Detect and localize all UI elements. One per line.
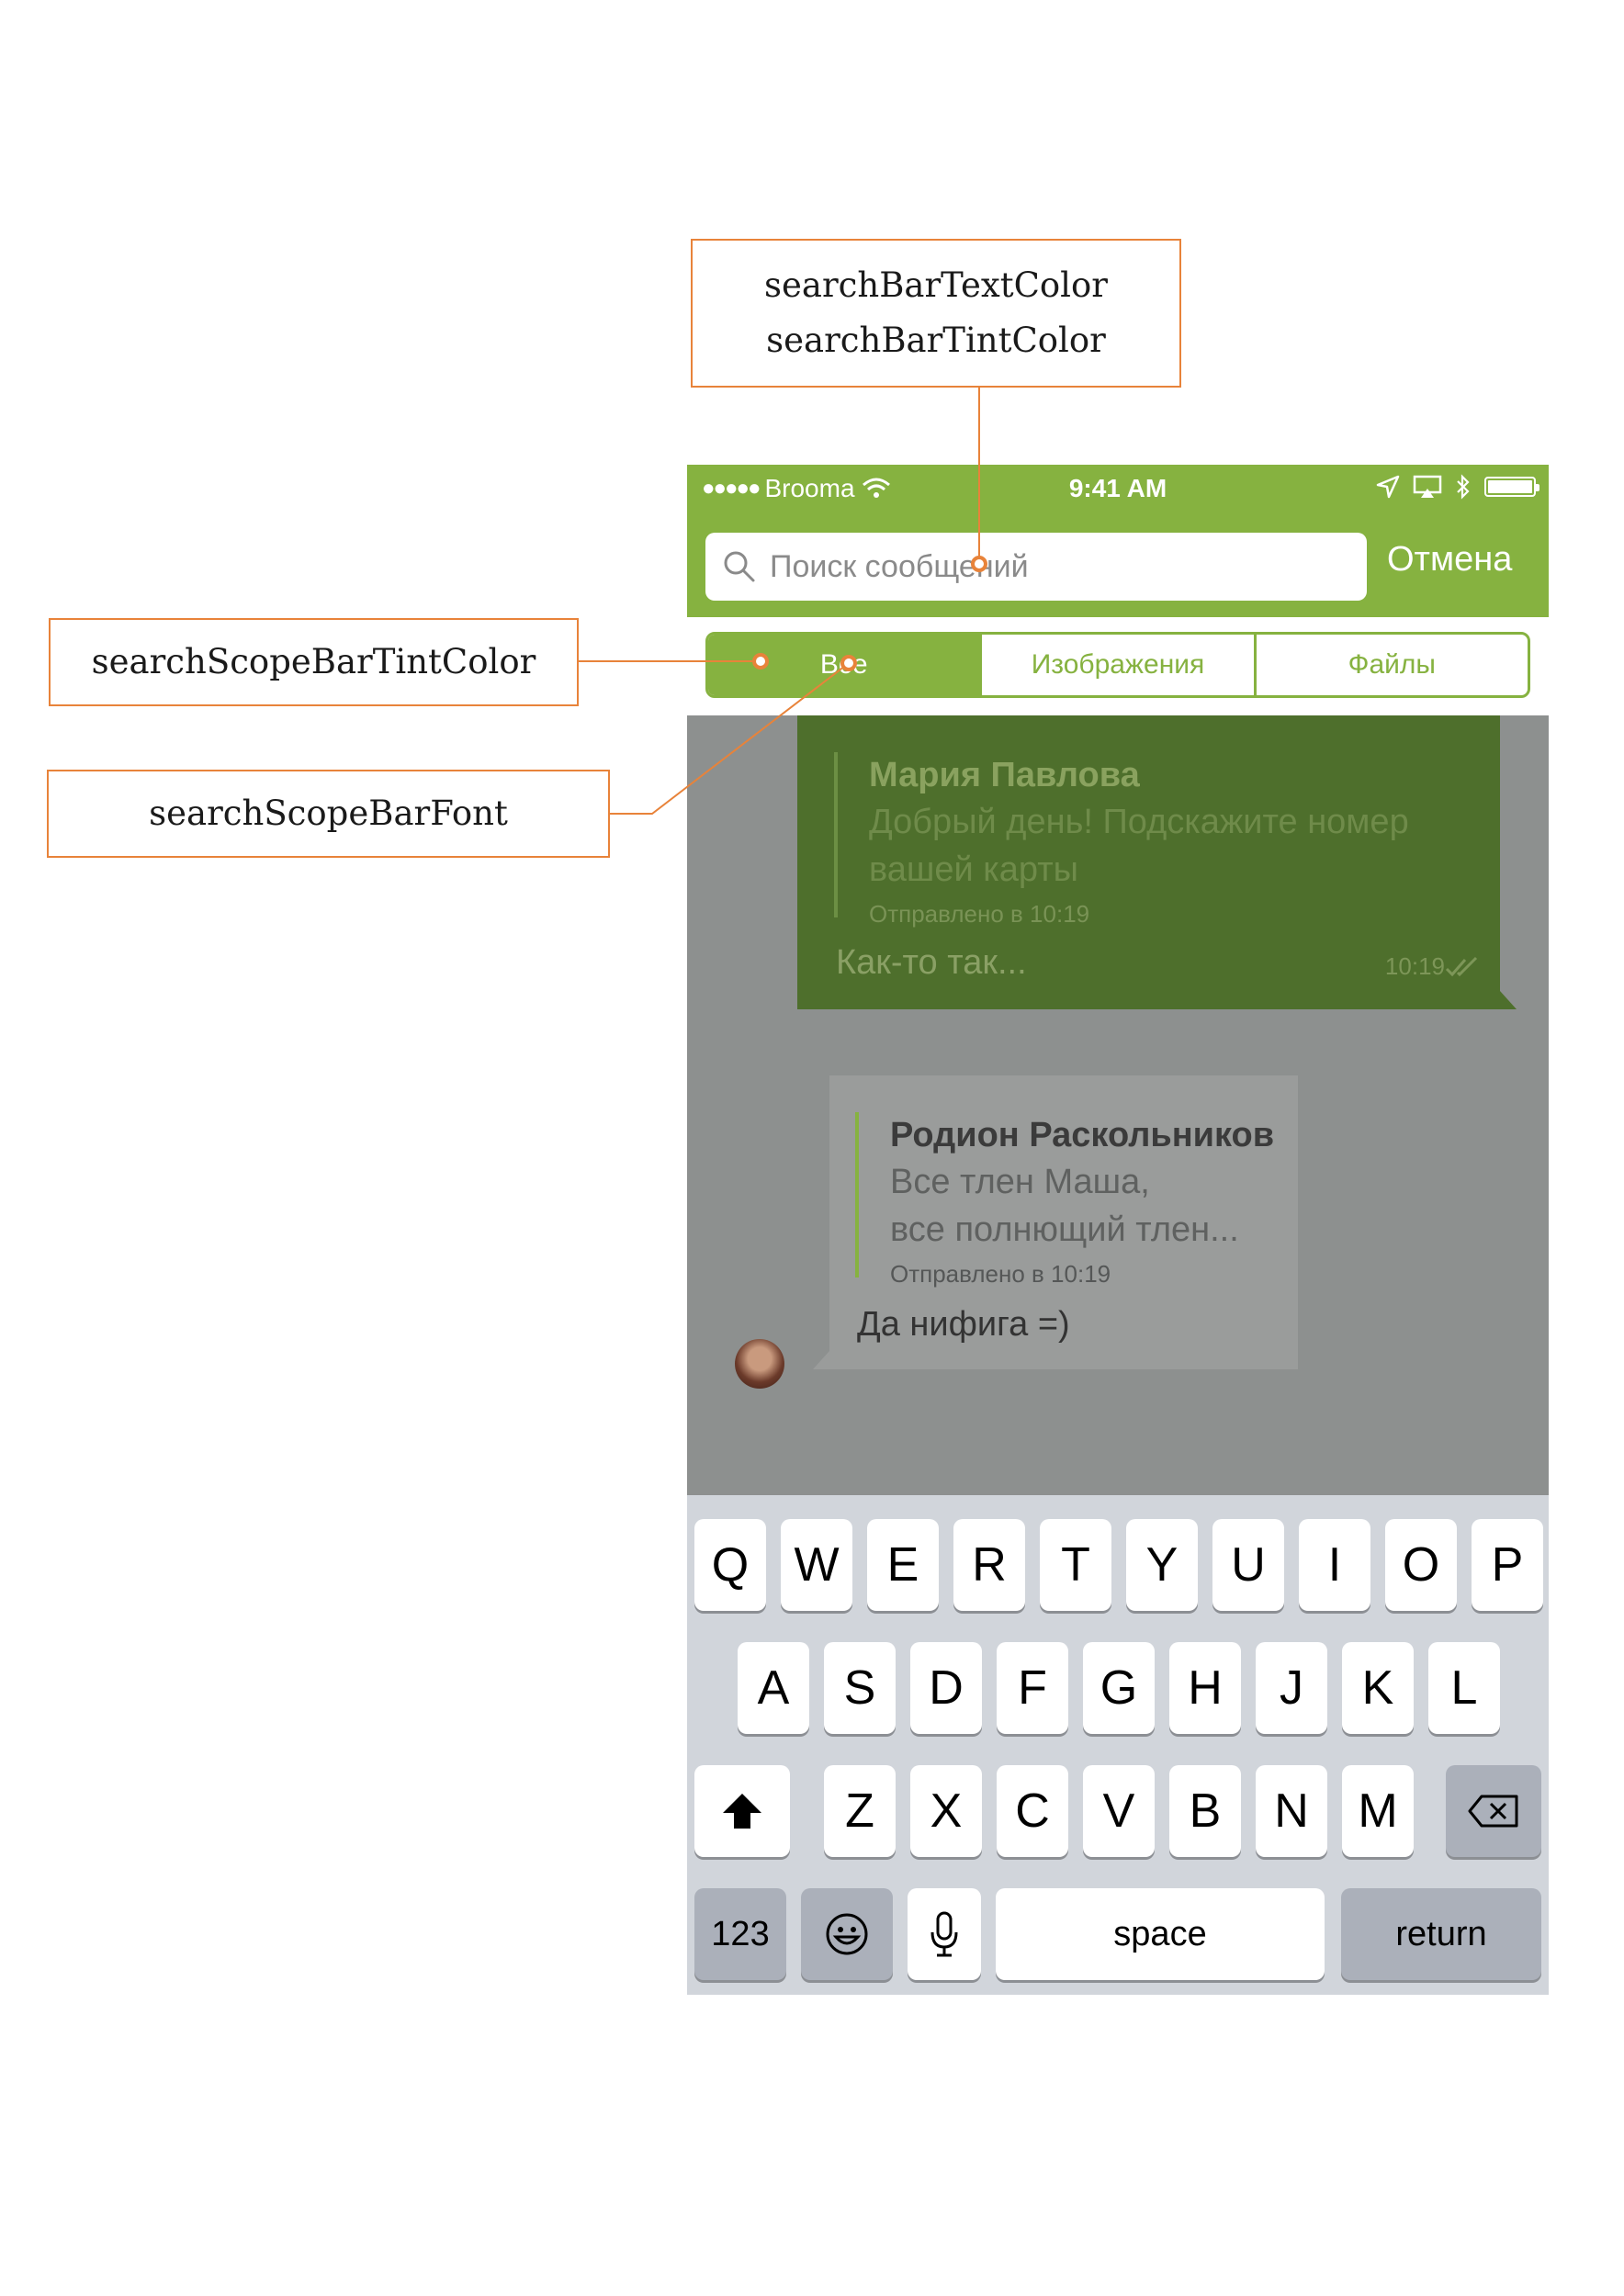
search-input[interactable] (768, 547, 1341, 586)
annotation-search-bar-colors: searchBarTextColor searchBarTintColor (691, 239, 1181, 388)
quote-author: Родион Раскольников (890, 1116, 1275, 1154)
key-w[interactable]: W (781, 1519, 852, 1611)
scope-segment-all[interactable]: Все (708, 635, 980, 695)
battery-icon (1484, 477, 1539, 497)
scope-segmented-control: Все Изображения Файлы (705, 632, 1530, 698)
cancel-button[interactable]: Отмена (1387, 540, 1512, 580)
quote-text-line: вашей карты (869, 850, 1078, 889)
search-scope-bar: Все Изображения Файлы (687, 617, 1549, 715)
search-icon (724, 551, 755, 582)
reply-quote: Мария Павлова Добрый день! Подскажите но… (834, 752, 1409, 928)
key-x[interactable]: X (910, 1765, 982, 1857)
key-k[interactable]: K (1342, 1642, 1414, 1734)
emoji-key[interactable] (801, 1888, 893, 1980)
key-j[interactable]: J (1256, 1642, 1327, 1734)
phone-screen: ●●●●● Brooma 9:41 AM Поиск сообщений Отм… (687, 465, 1549, 1995)
backspace-key[interactable] (1446, 1765, 1541, 1857)
key-z[interactable]: Z (824, 1765, 896, 1857)
return-key[interactable]: return (1341, 1888, 1541, 1980)
airplay-icon (1413, 475, 1442, 498)
status-bar: ●●●●● Brooma 9:41 AM (687, 465, 1549, 520)
key-i[interactable]: I (1299, 1519, 1370, 1611)
key-g[interactable]: G (1083, 1642, 1155, 1734)
microphone-key[interactable] (908, 1888, 981, 1980)
key-r[interactable]: R (953, 1519, 1025, 1611)
message-text: Да нифига =) (857, 1305, 1070, 1344)
scope-segment-files[interactable]: Файлы (1253, 635, 1528, 695)
keyboard: Q W E R T Y U I O P A S D F G H J K L Z … (687, 1495, 1549, 1995)
key-s[interactable]: S (824, 1642, 896, 1734)
annotation-text: searchScopeBarTintColor (91, 642, 536, 681)
key-o[interactable]: O (1385, 1519, 1457, 1611)
space-key[interactable]: space (996, 1888, 1325, 1980)
microphone-icon (930, 1911, 958, 1957)
message-time: 10:19 (1384, 952, 1445, 980)
key-l[interactable]: L (1428, 1642, 1500, 1734)
quote-text-line: Добрый день! Подскажите номер (869, 803, 1409, 841)
search-bar: Отмена (687, 520, 1549, 617)
scope-segment-images[interactable]: Изображения (979, 635, 1253, 695)
emoji-icon (826, 1913, 868, 1955)
avatar[interactable] (735, 1339, 784, 1389)
quote-author: Мария Павлова (869, 756, 1140, 794)
key-h[interactable]: H (1169, 1642, 1241, 1734)
key-u[interactable]: U (1212, 1519, 1284, 1611)
location-arrow-icon (1376, 475, 1400, 499)
status-right (1376, 474, 1539, 500)
battery-level (1488, 480, 1532, 493)
double-check-icon (1445, 956, 1478, 977)
quote-sent-time: Отправлено в 10:19 (890, 1260, 1111, 1288)
key-m[interactable]: M (1342, 1765, 1414, 1857)
annotation-scope-bar-tint: searchScopeBarTintColor (49, 618, 579, 706)
bubble-tail (813, 1351, 829, 1369)
backspace-icon (1468, 1795, 1518, 1828)
key-a[interactable]: A (738, 1642, 809, 1734)
key-n[interactable]: N (1256, 1765, 1327, 1857)
annotation-text: searchBarTextColor (764, 265, 1108, 305)
shift-arrow-icon (723, 1794, 761, 1829)
annotation-text: searchScopeBarFont (149, 793, 508, 833)
quote-text-line: Все тлен Маша, (890, 1163, 1150, 1201)
annotation-text: searchBarTintColor (766, 321, 1106, 360)
key-c[interactable]: C (997, 1765, 1068, 1857)
annotation-scope-bar-font: searchScopeBarFont (47, 770, 610, 858)
key-f[interactable]: F (997, 1642, 1068, 1734)
bluetooth-icon (1457, 474, 1470, 500)
key-b[interactable]: B (1169, 1765, 1241, 1857)
numbers-key[interactable]: 123 (694, 1888, 786, 1980)
key-y[interactable]: Y (1126, 1519, 1198, 1611)
search-field[interactable] (705, 533, 1367, 601)
quote-text-line: все полнющий тлен... (890, 1210, 1239, 1249)
key-e[interactable]: E (867, 1519, 939, 1611)
reply-quote: Родион Раскольников Все тлен Маша, все п… (855, 1112, 1275, 1288)
key-v[interactable]: V (1083, 1765, 1155, 1857)
shift-key[interactable] (694, 1765, 790, 1857)
key-t[interactable]: T (1040, 1519, 1111, 1611)
key-p[interactable]: P (1472, 1519, 1543, 1611)
key-d[interactable]: D (910, 1642, 982, 1734)
key-q[interactable]: Q (694, 1519, 766, 1611)
message-text: Как-то так... (836, 943, 1027, 982)
incoming-message-bubble[interactable]: Родион Раскольников Все тлен Маша, все п… (829, 1075, 1298, 1369)
quote-sent-time: Отправлено в 10:19 (869, 900, 1090, 928)
bubble-tail (1500, 991, 1517, 1009)
outgoing-message-bubble[interactable]: Мария Павлова Добрый день! Подскажите но… (797, 715, 1500, 1009)
